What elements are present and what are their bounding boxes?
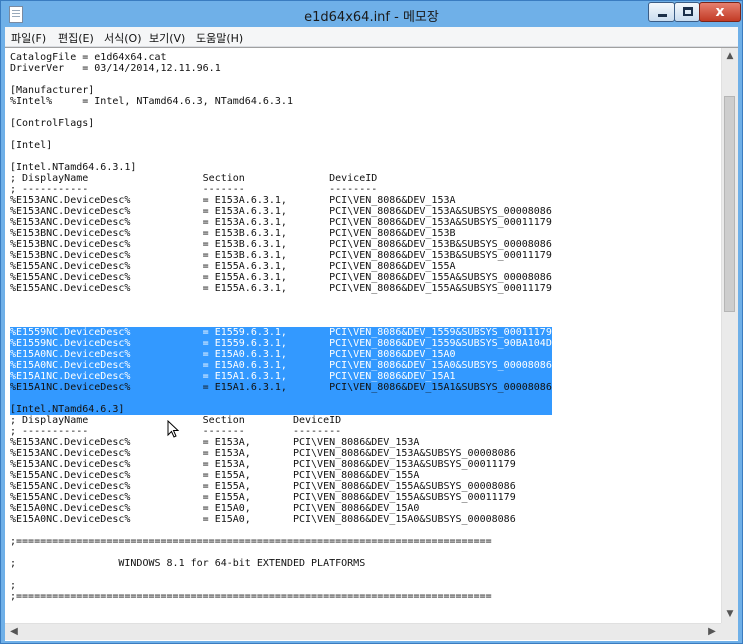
text-content[interactable]: CatalogFile = e1d64x64.cat DriverVer = 03…	[5, 48, 721, 623]
editor-area: CatalogFile = e1d64x64.cat DriverVer = 03…	[5, 47, 738, 641]
text-line: ; DisplayName Section DeviceID	[10, 173, 378, 184]
minimize-button[interactable]	[648, 2, 675, 22]
text-line: CatalogFile = e1d64x64.cat	[10, 52, 167, 63]
text-line: %E155ANC.DeviceDesc% = E155A.6.3.1, PCI\…	[10, 261, 456, 272]
notepad-window: e1d64x64.inf - 메모장 x 파일(F) 편집(E) 서식(O) 보…	[0, 0, 743, 644]
close-icon: x	[715, 4, 725, 20]
text-line: [ControlFlags]	[10, 118, 95, 129]
close-button[interactable]: x	[699, 2, 741, 22]
window-title: e1d64x64.inf - 메모장	[304, 10, 439, 25]
vertical-scrollbar[interactable]: ▲ ▼	[721, 48, 738, 623]
text-line: %E1559NC.DeviceDesc% = E1559.6.3.1, PCI\…	[10, 338, 552, 349]
text-line: [Intel.NTamd64.6.3.1]	[10, 162, 137, 173]
text-line: %E1559NC.DeviceDesc% = E1559.6.3.1, PCI\…	[10, 316, 552, 327]
menu-help[interactable]: 도움말(H)	[196, 30, 243, 46]
menu-file[interactable]: 파일(F)	[11, 30, 46, 46]
text-line: %E155ANC.DeviceDesc% = E155A, PCI\VEN_80…	[10, 481, 516, 492]
text-line: %E155ANC.DeviceDesc% = E155A.6.3.1, PCI\…	[10, 272, 552, 283]
text-line: ;=======================================…	[10, 591, 492, 602]
text-line: %E15A0NC.DeviceDesc% = E15A0.6.3.1, PCI\…	[10, 349, 456, 360]
resize-grip[interactable]	[721, 623, 738, 640]
text-line: ;=======================================…	[10, 536, 492, 547]
client-area: 파일(F) 편집(E) 서식(O) 보기(V) 도움말(H) CatalogFi…	[5, 27, 738, 641]
menu-view[interactable]: 보기(V)	[149, 30, 185, 46]
menu-edit[interactable]: 편집(E)	[58, 30, 94, 46]
menu-format[interactable]: 서식(O)	[104, 30, 141, 46]
minimize-icon	[658, 14, 667, 17]
text-line: %E153ANC.DeviceDesc% = E153A, PCI\VEN_80…	[10, 459, 516, 470]
text-line: %E153BNC.DeviceDesc% = E153B.6.3.1, PCI\…	[10, 250, 552, 261]
vertical-scroll-thumb[interactable]	[724, 96, 735, 312]
maximize-button[interactable]	[674, 2, 700, 22]
text-line: %E15A1NC.DeviceDesc% = E15A1.6.3.1, PCI\…	[10, 382, 552, 393]
text-line: ; WINDOWS 8.1 for 64-bit EXTENDED PLATFO…	[10, 558, 366, 569]
text-line: %E153ANC.DeviceDesc% = E153A.6.3.1, PCI\…	[10, 217, 552, 228]
title-bar[interactable]: e1d64x64.inf - 메모장 x	[1, 1, 742, 27]
text-line: ;	[10, 580, 17, 591]
text-line: %E15A0NC.DeviceDesc% = E15A0, PCI\VEN_80…	[10, 514, 516, 525]
menu-bar: 파일(F) 편집(E) 서식(O) 보기(V) 도움말(H)	[5, 27, 738, 47]
text-line: [Manufacturer]	[10, 85, 95, 96]
text-line: %E155ANC.DeviceDesc% = E155A.6.3.1, PCI\…	[10, 283, 552, 294]
text-line: %E15A1NC.DeviceDesc% = E15A1.6.3.1, PCI\…	[10, 371, 456, 382]
text-line: %E153BNC.DeviceDesc% = E153B.6.3.1, PCI\…	[10, 239, 552, 250]
text-line: %E155ANC.DeviceDesc% = E155A.6.3.1, PCI\…	[10, 294, 552, 305]
text-line: %E1559NC.DeviceDesc% = E1559.6.3.1, PCI\…	[10, 305, 456, 316]
selection-highlight	[10, 393, 552, 404]
text-line: %Intel% = Intel, NTamd64.6.3, NTamd64.6.…	[10, 96, 293, 107]
text-line: [Intel]	[10, 140, 53, 151]
maximize-icon	[683, 7, 693, 16]
text-line: %E15A0NC.DeviceDesc% = E15A0.6.3.1, PCI\…	[10, 360, 552, 371]
scroll-down-arrow-icon[interactable]: ▼	[722, 606, 738, 623]
text-line: ; ----------- ------- --------	[10, 184, 378, 195]
text-line: %E153ANC.DeviceDesc% = E153A.6.3.1, PCI\…	[10, 195, 456, 206]
text-line: %E1559NC.DeviceDesc% = E1559.6.3.1, PCI\…	[10, 327, 552, 338]
text-line: %E15A0NC.DeviceDesc% = E15A0, PCI\VEN_80…	[10, 503, 420, 514]
text-line: %E155ANC.DeviceDesc% = E155A, PCI\VEN_80…	[10, 492, 516, 503]
mouse-cursor-icon	[167, 420, 179, 438]
scroll-right-arrow-icon[interactable]: ▶	[705, 624, 719, 640]
scroll-up-arrow-icon[interactable]: ▲	[722, 48, 738, 65]
text-line: %E153ANC.DeviceDesc% = E153A, PCI\VEN_80…	[10, 437, 420, 448]
text-line: %E153ANC.DeviceDesc% = E153A.6.3.1, PCI\…	[10, 206, 552, 217]
text-line: %E155ANC.DeviceDesc% = E155A, PCI\VEN_80…	[10, 470, 420, 481]
text-line: [Intel.NTamd64.6.3]	[10, 404, 125, 415]
text-line: %E153BNC.DeviceDesc% = E153B.6.3.1, PCI\…	[10, 228, 456, 239]
horizontal-scrollbar[interactable]: ◀ ▶	[5, 623, 721, 640]
scroll-left-arrow-icon[interactable]: ◀	[7, 624, 21, 640]
text-line: %E153ANC.DeviceDesc% = E153A, PCI\VEN_80…	[10, 448, 516, 459]
text-line: DriverVer = 03/14/2014,12.11.96.1	[10, 63, 221, 74]
